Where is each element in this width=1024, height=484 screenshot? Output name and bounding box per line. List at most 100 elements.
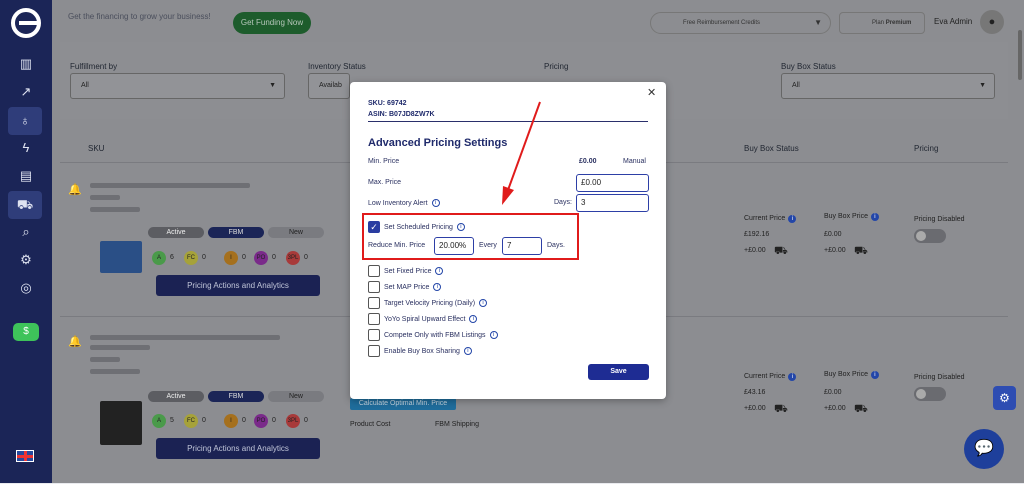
money-icon[interactable]: $: [13, 323, 39, 341]
inventory-value: Availab: [319, 82, 342, 89]
chevron-down-icon: ▼: [269, 82, 276, 89]
product-meta-blurred: [90, 369, 140, 374]
reimbursement-label: Free Reimbursement Credits: [683, 20, 761, 26]
chevron-down-icon: ▼: [814, 18, 822, 27]
bell-icon[interactable]: 🔔: [68, 335, 82, 348]
current-price-label: Current Price i: [744, 215, 797, 223]
truck-icon[interactable]: ⛟: [8, 191, 42, 219]
buybox-delta: +£0.00: [824, 405, 846, 412]
product-meta-blurred: [90, 195, 120, 200]
save-button[interactable]: Save: [588, 364, 649, 380]
min-price-label: Min. Price: [368, 158, 400, 165]
current-price: £43.16: [744, 389, 766, 396]
min-price-value: £0.00: [579, 158, 597, 165]
count-badge-po: PO: [254, 414, 268, 428]
search-icon[interactable]: ⌕: [15, 221, 37, 243]
scrollbar-thumb[interactable]: [1018, 30, 1022, 80]
current-price-label: Current Price i: [744, 373, 797, 381]
buybox-delta: +£0.00: [824, 247, 846, 254]
settings-icon[interactable]: ⚙: [15, 249, 37, 271]
truck-icon: ⛟: [774, 245, 788, 257]
buybox-select[interactable]: All ▼: [781, 73, 995, 99]
get-funding-button[interactable]: Get Funding Now: [233, 12, 311, 34]
lightning-icon[interactable]: ϟ: [15, 137, 37, 159]
reimbursement-dropdown[interactable]: Free Reimbursement Credits ▼: [650, 12, 831, 34]
sidebar: ▥ ↗ ♁ ϟ ▤ ⛟ ⌕ ⚙ ◎ $: [0, 0, 52, 483]
bell-icon[interactable]: 🔔: [68, 183, 82, 196]
info-icon: i: [788, 215, 797, 223]
product-image: [100, 241, 142, 273]
status-badge-active: Active: [148, 391, 204, 402]
count-badge-3pl: 3PL: [286, 251, 300, 265]
low-inventory-days-input[interactable]: 3: [576, 194, 649, 212]
truck-icon: ⛟: [854, 403, 868, 415]
yoyo-spiral-checkbox[interactable]: [368, 313, 380, 325]
support-icon[interactable]: ◎: [15, 277, 37, 299]
truck-icon: ⛟: [774, 403, 788, 415]
chat-icon[interactable]: 💬: [964, 429, 1004, 469]
calculate-min-price-button[interactable]: Calculate Optimal Min. Price: [350, 398, 456, 410]
pricing-toggle[interactable]: [914, 229, 946, 243]
pricing-toggle[interactable]: [914, 387, 946, 401]
chart-icon[interactable]: ▥: [15, 53, 37, 75]
plan-label: Plan: [872, 20, 885, 26]
map-price-checkbox[interactable]: [368, 281, 380, 293]
inventory-select[interactable]: Availab: [308, 73, 350, 99]
close-icon[interactable]: ✕: [647, 86, 656, 99]
count-value: 0: [242, 417, 246, 424]
fulfillment-select[interactable]: All ▼: [70, 73, 285, 99]
award-icon[interactable]: ♁: [8, 107, 42, 135]
product-image: [100, 401, 142, 445]
info-icon: i: [431, 199, 440, 207]
col-pricing: Pricing: [914, 144, 939, 153]
count-badge-i: I: [224, 251, 238, 265]
user-avatar-icon[interactable]: ●: [980, 10, 1004, 34]
count-value: 0: [272, 417, 276, 424]
compete-fbm-label: Compete Only with FBM Listings i: [384, 331, 498, 339]
max-price-input[interactable]: £0.00: [576, 174, 649, 192]
status-badge-fbm: FBM: [208, 391, 264, 402]
product-title-blurred: [90, 183, 250, 188]
settings-fab-icon[interactable]: ⚙: [993, 386, 1016, 410]
buybox-label: Buy Box Status: [781, 62, 836, 71]
info-icon: i: [489, 331, 498, 339]
low-inventory-label: Low Inventory Alert i: [368, 199, 440, 207]
inventory-label: Inventory Status: [308, 62, 366, 71]
info-icon: i: [870, 213, 879, 221]
target-velocity-checkbox[interactable]: [368, 297, 380, 309]
buybox-sharing-checkbox[interactable]: [368, 345, 380, 357]
uk-flag-icon[interactable]: [16, 450, 34, 462]
map-price-label: Set MAP Price i: [384, 283, 442, 291]
product-meta-blurred: [90, 207, 140, 212]
promo-text: Get the financing to grow your business!: [68, 12, 211, 21]
yoyo-spiral-label: YoYo Spiral Upward Effect i: [384, 315, 478, 323]
info-icon: i: [870, 371, 879, 379]
buybox-price: £0.00: [824, 231, 842, 238]
user-name[interactable]: Eva Admin: [934, 17, 972, 26]
pricing-actions-button[interactable]: Pricing Actions and Analytics: [156, 275, 320, 296]
buybox-sharing-label: Enable Buy Box Sharing i: [384, 347, 472, 355]
plan-badge[interactable]: Plan Premium: [839, 12, 925, 34]
count-badge-a: A: [152, 414, 166, 428]
pricing-status: Pricing Disabled: [914, 216, 965, 223]
buybox-value: All: [792, 82, 800, 89]
col-sku: SKU: [88, 144, 105, 153]
fixed-price-checkbox[interactable]: [368, 265, 380, 277]
count-value: 0: [242, 254, 246, 261]
compete-fbm-checkbox[interactable]: [368, 329, 380, 341]
pricing-actions-button[interactable]: Pricing Actions and Analytics: [156, 438, 320, 459]
fulfillment-value: All: [81, 82, 89, 89]
pricing-label: Pricing: [544, 62, 569, 71]
scrollbar[interactable]: [1016, 0, 1024, 483]
app-logo[interactable]: [11, 8, 41, 38]
buybox-price-label: Buy Box Price i: [824, 213, 879, 221]
info-icon: i: [463, 347, 472, 355]
buybox-price-label: Buy Box Price i: [824, 371, 879, 379]
count-badge-po: PO: [254, 251, 268, 265]
count-badge-i: I: [224, 414, 238, 428]
info-icon: i: [469, 315, 478, 323]
document-icon[interactable]: ▤: [15, 165, 37, 187]
current-delta: +£0.00: [744, 405, 766, 412]
product-meta-blurred: [90, 357, 120, 362]
trend-icon[interactable]: ↗: [15, 81, 37, 103]
